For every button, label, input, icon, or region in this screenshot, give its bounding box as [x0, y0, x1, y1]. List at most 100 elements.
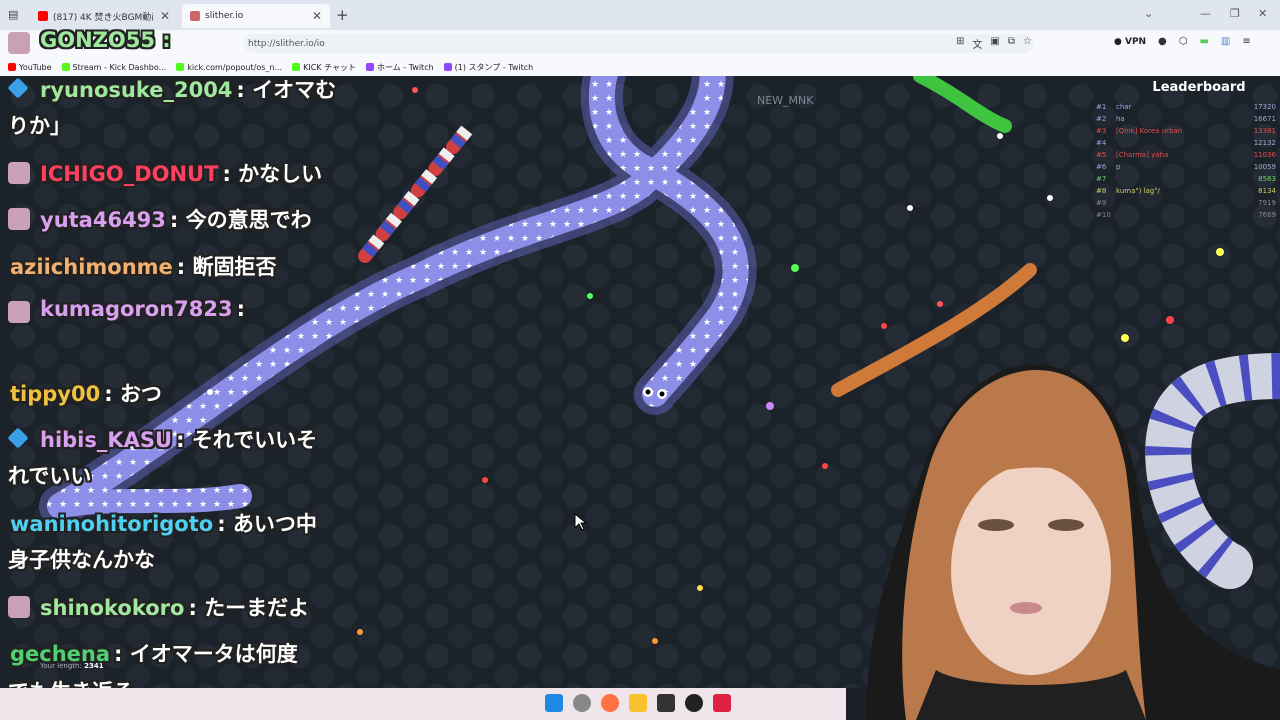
close-tab-icon[interactable]: ✕ [312, 9, 322, 23]
bookmark-label: ホーム - Twitch [377, 62, 434, 72]
leaderboard-score: 8134 [1258, 187, 1276, 195]
striped-snake [358, 119, 477, 263]
address-bar-icons: ⊞ 文 ▣ ⧉ ☆ [956, 36, 1032, 51]
webcam-feed [866, 364, 1280, 720]
avatar [8, 208, 30, 230]
firefox-icon[interactable] [601, 694, 619, 712]
chat-username: gechena [10, 642, 111, 666]
leaderboard-row: #8 kuma") lag"/ 8134 [1096, 185, 1276, 197]
bookmark-kick-dashboard[interactable]: Stream - Kick Dashbo... [61, 63, 166, 72]
leaderboard-row: #7 8563 [1096, 173, 1276, 185]
youtube-icon [8, 63, 16, 71]
bookmark-label: (1) スタンプ - Twitch [454, 62, 534, 72]
leaderboard-name: kuma") lag"/ [1116, 187, 1160, 195]
youtube-icon [38, 11, 48, 21]
chat-username: ICHIGO_DONUT [40, 162, 219, 186]
chat-text: かなしい [238, 162, 323, 186]
extension-icon[interactable]: ▣ [990, 36, 999, 51]
avatar [8, 32, 30, 54]
bookmark-label: YouTube [19, 62, 52, 72]
sidebar-icon[interactable]: ▥ [1221, 36, 1230, 47]
app-icon[interactable] [657, 694, 675, 712]
restore-button[interactable]: ❐ [1230, 7, 1240, 20]
tab-youtube[interactable]: (817) 4K 焚き火BGM動画で ✕ [30, 4, 178, 28]
taskbar-icons [545, 694, 731, 712]
leaderboard-name: p [1116, 163, 1121, 171]
chat-separator: : [104, 382, 120, 406]
obs-icon[interactable] [685, 694, 703, 712]
bookmark-kick-popout[interactable]: kick.com/popout/os_n... [176, 63, 282, 72]
chat-text: それでいいそ [191, 428, 318, 452]
chat-separator: : [169, 208, 186, 232]
windows-start-icon[interactable] [545, 694, 563, 712]
leaderboard-row: #1 char 17320 [1096, 101, 1276, 113]
chat-separator: : [236, 297, 246, 321]
other-player-name: NEW_MNK [757, 94, 814, 107]
leaderboard-row: #2 ha 16671 [1096, 113, 1276, 125]
chat-username: kumagoron7823 [40, 297, 233, 321]
chat-header: GONZO55 : [40, 28, 171, 52]
twitch-icon [366, 63, 374, 71]
app-red-icon[interactable] [713, 694, 731, 712]
bookmark-youtube[interactable]: YouTube [8, 63, 52, 72]
chat-separator: : [176, 255, 193, 279]
chat-message: りか」 [8, 110, 71, 140]
twitch-icon [443, 63, 452, 71]
kick-icon [176, 63, 185, 71]
chat-message: aziichimonme: 断固拒否 [10, 251, 277, 281]
chat-message: hibis_KASU: それでいいそ [40, 424, 317, 454]
streamer-face [951, 465, 1111, 675]
leaderboard-rank: #9 [1096, 199, 1107, 207]
menu-icon[interactable]: ≡ [1242, 36, 1250, 47]
bookmark-label: KICK チャット [303, 62, 356, 72]
leaderboard-row: #4 12132 [1096, 137, 1276, 149]
bookmark-twitch-home[interactable]: ホーム - Twitch [366, 62, 434, 73]
chat-message: ICHIGO_DONUT: かなしい [40, 158, 322, 188]
leaderboard-score: 8563 [1258, 175, 1276, 183]
translate-icon[interactable]: 文 [972, 36, 982, 51]
profile-icon[interactable]: ● [1158, 36, 1167, 47]
battery-icon[interactable]: ▬ [1199, 36, 1208, 47]
chat-separator: : [222, 162, 239, 186]
slither-icon [190, 11, 200, 21]
reader-icon[interactable]: ⧉ [1008, 36, 1015, 51]
bookmark-star-icon[interactable]: ☆ [1023, 36, 1032, 51]
leaderboard-row: #9 7919 [1096, 197, 1276, 209]
chat-text: イオマータは何度 [129, 642, 298, 666]
chevron-down-icon[interactable]: ⌄ [1144, 7, 1153, 20]
close-window-button[interactable]: ✕ [1258, 7, 1267, 20]
avatar [8, 596, 30, 618]
folder-icon[interactable] [629, 694, 647, 712]
new-tab-button[interactable]: + [336, 6, 349, 24]
tab-list-icon[interactable]: ▤ [8, 8, 18, 21]
chat-message: れでいい [8, 460, 91, 490]
bookmark-kick-chat[interactable]: KICK チャット [292, 62, 356, 73]
chat-message: 身子供なんかな [8, 544, 155, 574]
close-tab-icon[interactable]: ✕ [160, 9, 170, 23]
chat-message: kumagoron7823: [40, 297, 245, 321]
leaderboard-name: [Charma] yaha [1116, 151, 1169, 159]
chat-text: 今の意思でわ [185, 208, 312, 232]
install-icon[interactable]: ⊞ [956, 36, 964, 51]
avatar [8, 162, 30, 184]
chat-separator: : [188, 596, 205, 620]
chat-separator: : [217, 512, 233, 536]
chat-header-colon: : [162, 28, 171, 52]
leaderboard-rank: #7 [1096, 175, 1107, 183]
vpn-button[interactable]: ● VPN [1114, 37, 1146, 47]
chat-message: tippy00: おつ [10, 378, 162, 408]
leaderboard-rank: #8 [1096, 187, 1107, 195]
leaderboard-name: char [1116, 103, 1132, 111]
leaderboard-name [1116, 209, 1236, 221]
chat-text: たーまだよ [204, 596, 310, 620]
leaderboard-name [1116, 197, 1236, 209]
settings-icon[interactable] [573, 694, 591, 712]
tab-slither[interactable]: slither.io ✕ [182, 4, 330, 28]
chat-separator: : [176, 428, 192, 452]
extensions-bar: ● ⬡ ▬ ▥ ≡ [1158, 36, 1251, 47]
address-bar[interactable]: http://slither.io/io [244, 34, 1034, 53]
chat-username: yuta46493 [40, 208, 166, 232]
minimize-button[interactable]: — [1200, 7, 1211, 20]
puzzle-icon[interactable]: ⬡ [1179, 36, 1188, 47]
bookmark-twitch-stamp[interactable]: (1) スタンプ - Twitch [443, 62, 534, 73]
